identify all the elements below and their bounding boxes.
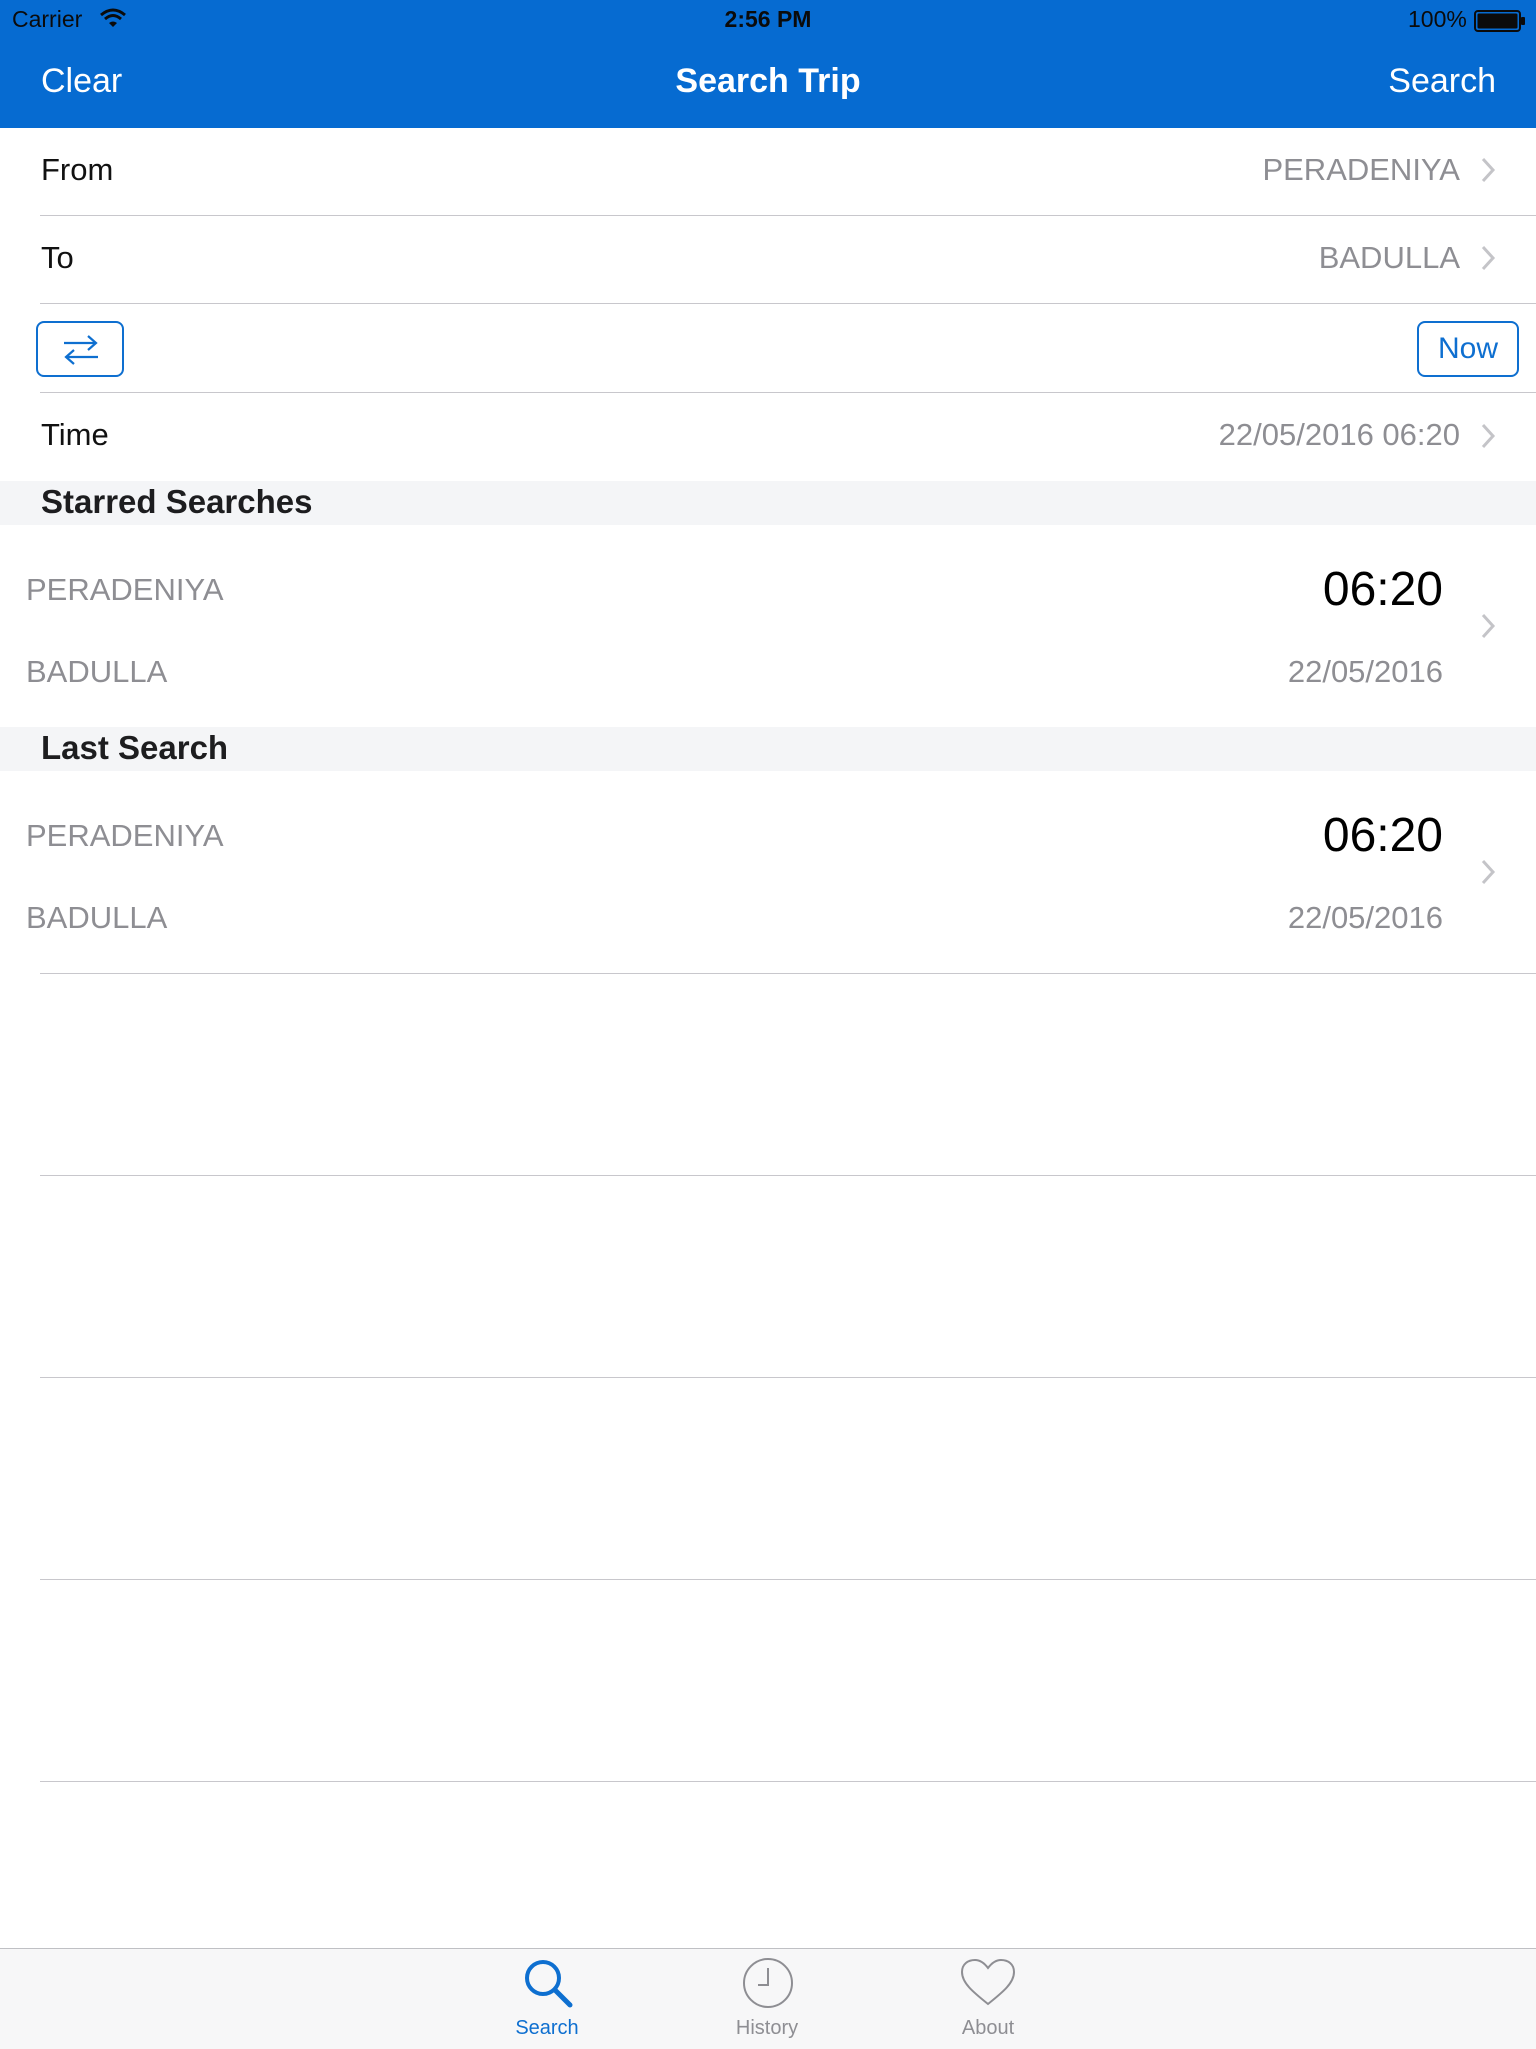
tab-label: About [961, 2017, 1015, 2039]
clock-label: 2:56 PM [724, 6, 812, 32]
chevron-right-icon [1480, 422, 1496, 450]
now-button[interactable]: Now [1417, 321, 1519, 377]
search-button[interactable]: Search [1388, 62, 1496, 101]
trip-from: PERADENIYA [26, 572, 224, 607]
tab-history[interactable]: History [697, 1952, 837, 2044]
chevron-right-icon [1480, 244, 1496, 272]
starred-section-header: Starred Searches [0, 481, 1536, 525]
time-label: Time [41, 417, 109, 452]
row-divider [40, 303, 1536, 304]
chevron-right-icon [1480, 612, 1496, 640]
trip-date: 22/05/2016 [1287, 900, 1443, 935]
last-section-header: Last Search [0, 727, 1536, 771]
trip-from: PERADENIYA [26, 818, 224, 853]
starred-search-item[interactable]: PERADENIYA BADULLA 06:20 22/05/2016 [0, 526, 1536, 726]
row-divider [40, 1781, 1536, 1782]
from-value: PERADENIYA [1262, 152, 1460, 187]
starred-section-title: Starred Searches [41, 483, 313, 520]
trip-to: BADULLA [26, 654, 168, 689]
battery-label: 100% [1408, 6, 1467, 32]
search-icon [521, 1956, 575, 2015]
row-divider [40, 1377, 1536, 1378]
row-divider [40, 1579, 1536, 1580]
row-divider [40, 973, 1536, 974]
swap-arrows-icon [62, 333, 100, 372]
last-search-item[interactable]: PERADENIYA BADULLA 06:20 22/05/2016 [0, 772, 1536, 972]
chevron-right-icon [1480, 858, 1496, 886]
tab-label: History [735, 2017, 799, 2039]
to-value: BADULLA [1318, 240, 1460, 275]
chevron-right-icon [1480, 156, 1496, 184]
trip-to: BADULLA [26, 900, 168, 935]
to-row[interactable]: To BADULLA [0, 216, 1536, 303]
time-row[interactable]: Time 22/05/2016 06:20 [0, 393, 1536, 481]
page-title: Search Trip [675, 62, 861, 100]
time-value: 22/05/2016 06:20 [1218, 417, 1460, 452]
clock-icon [741, 1956, 795, 2015]
from-label: From [41, 152, 114, 187]
tab-search[interactable]: Search [477, 1952, 617, 2044]
trip-date: 22/05/2016 [1287, 654, 1443, 689]
from-row[interactable]: From PERADENIYA [0, 128, 1536, 215]
to-label: To [41, 240, 74, 275]
heart-icon [959, 1958, 1017, 2013]
tab-about[interactable]: About [918, 1952, 1058, 2044]
trip-time: 06:20 [1322, 809, 1443, 862]
swap-button[interactable] [36, 321, 124, 377]
trip-time: 06:20 [1322, 563, 1443, 616]
battery-icon [1474, 10, 1526, 37]
row-divider [40, 1175, 1536, 1176]
last-section-title: Last Search [41, 729, 229, 766]
tab-label: Search [515, 2017, 579, 2039]
